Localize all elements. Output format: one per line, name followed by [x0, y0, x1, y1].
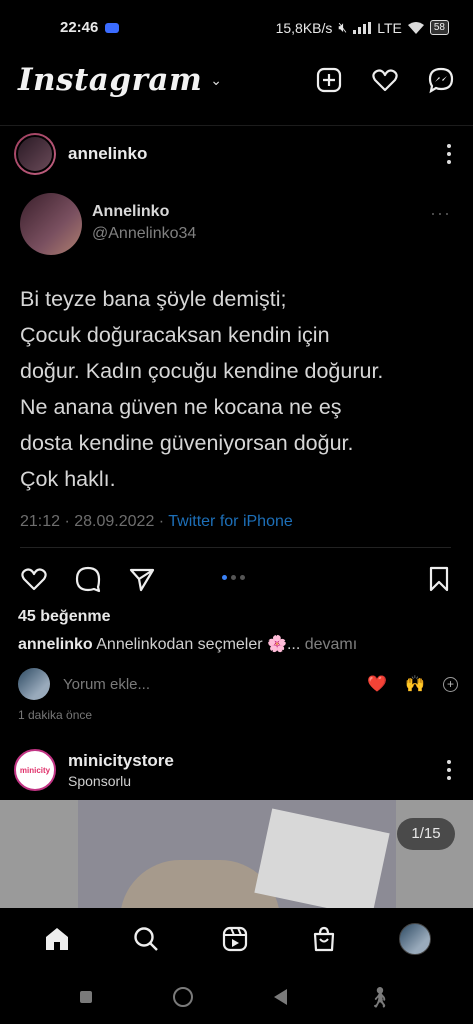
tweet-avatar — [20, 193, 82, 255]
tweet-meta: 21:12 · 28.09.2022 · Twitter for iPhone — [20, 513, 293, 531]
heart-icon[interactable] — [371, 66, 399, 94]
share-icon[interactable] — [128, 565, 156, 593]
comment-input[interactable]: Yorum ekle... — [63, 676, 150, 693]
signal-icon — [353, 21, 372, 34]
avatar[interactable] — [14, 132, 56, 175]
ad-image[interactable]: 1/15 — [0, 800, 473, 908]
caption-more-link[interactable]: devamı — [300, 636, 357, 653]
bookmark-icon[interactable] — [425, 565, 453, 593]
home-button-icon[interactable] — [172, 987, 193, 1007]
create-post-icon[interactable] — [315, 66, 343, 94]
tweet-text: Bi teyze bana şöyle demişti; Çocuk doğur… — [20, 281, 460, 497]
carousel-indicator — [222, 575, 245, 580]
accessibility-icon[interactable]: 🚶︎ — [367, 985, 392, 1010]
status-right: 15,8KB/s 🔇︎ LTE 58 — [276, 19, 449, 36]
post-time: 1 dakika önce — [18, 708, 93, 722]
caption-text: Annelinkodan seçmeler 🌸... — [92, 636, 301, 653]
home-icon[interactable] — [43, 925, 71, 953]
avatar — [18, 668, 50, 700]
mute-icon: 🔇︎ — [338, 19, 348, 35]
instagram-logo[interactable]: Instagram — [18, 62, 202, 98]
system-nav-bar: 🚶︎ — [0, 970, 473, 1024]
header-actions — [315, 66, 455, 94]
like-count[interactable]: 45 beğenme — [18, 608, 110, 626]
add-comment-row: Yorum ekle... ❤️ 🙌 + — [18, 666, 458, 702]
tweet-line: Çocuk doğuracaksan kendin için — [20, 323, 330, 347]
tweet-timestamp: 21:12 · 28.09.2022 · — [20, 513, 169, 530]
shop-icon[interactable] — [310, 925, 338, 953]
notification-icon — [105, 22, 120, 33]
app-header: Instagram ⌄ — [0, 55, 473, 105]
tweet-line: Ne anana güven ne kocana ne eş — [20, 395, 342, 419]
post-caption: annelinko Annelinkodan seçmeler 🌸... dev… — [18, 634, 357, 654]
heart-emoji[interactable]: ❤️ — [367, 674, 387, 694]
status-bar: 22:46 15,8KB/s 🔇︎ LTE 58 — [0, 0, 473, 55]
ad-username[interactable]: minicitystore — [68, 751, 174, 771]
wifi-icon — [407, 21, 424, 34]
more-options-icon[interactable] — [439, 143, 459, 164]
reels-icon[interactable] — [221, 925, 249, 953]
bottom-tab-bar — [0, 908, 473, 970]
post-image[interactable]: Annelinko @Annelinko34 ··· Bi teyze bana… — [0, 183, 473, 548]
tweet-line: Bi teyze bana şöyle demişti; — [20, 287, 287, 311]
raising-hands-emoji[interactable]: 🙌 — [405, 674, 425, 694]
tweet-line: Çok haklı. — [20, 467, 116, 491]
chevron-down-icon[interactable]: ⌄ — [210, 72, 222, 89]
profile-avatar[interactable] — [398, 923, 431, 955]
back-icon[interactable] — [273, 989, 287, 1005]
battery-icon: 58 — [429, 20, 449, 35]
post-username[interactable]: annelinko — [68, 144, 147, 164]
recents-icon[interactable] — [80, 991, 93, 1003]
caption-username[interactable]: annelinko — [18, 636, 93, 653]
tweet-source: Twitter for iPhone — [168, 513, 293, 530]
tweet-name: Annelinko — [92, 203, 170, 220]
comment-icon[interactable] — [74, 565, 102, 593]
status-time: 22:46 — [60, 19, 99, 36]
like-icon[interactable] — [20, 565, 48, 593]
network-type: LTE — [377, 19, 402, 36]
add-emoji-icon[interactable]: + — [443, 676, 458, 692]
more-options-icon[interactable] — [439, 760, 459, 780]
messenger-icon[interactable] — [427, 66, 455, 94]
post-header: annelinko — [0, 125, 473, 181]
sponsored-post-header: minicity minicitystore Sponsorlu — [0, 742, 473, 798]
tweet-handle: @Annelinko34 — [92, 225, 197, 242]
tweet-more-icon: ··· — [430, 203, 451, 223]
sponsored-label: Sponsorlu — [68, 773, 132, 789]
avatar[interactable]: minicity — [14, 749, 56, 791]
carousel-counter: 1/15 — [397, 818, 455, 850]
tweet-line: doğur. Kadın çocuğu kendine doğurur. — [20, 359, 384, 383]
net-speed: 15,8KB/s — [275, 19, 333, 36]
quick-reactions: ❤️ 🙌 + — [367, 674, 458, 694]
tweet-line: dosta kendine güveniyorsan doğur. — [20, 431, 354, 455]
divider — [20, 547, 451, 548]
search-icon[interactable] — [132, 925, 160, 953]
ad-user-info: minicitystore Sponsorlu — [68, 751, 174, 789]
